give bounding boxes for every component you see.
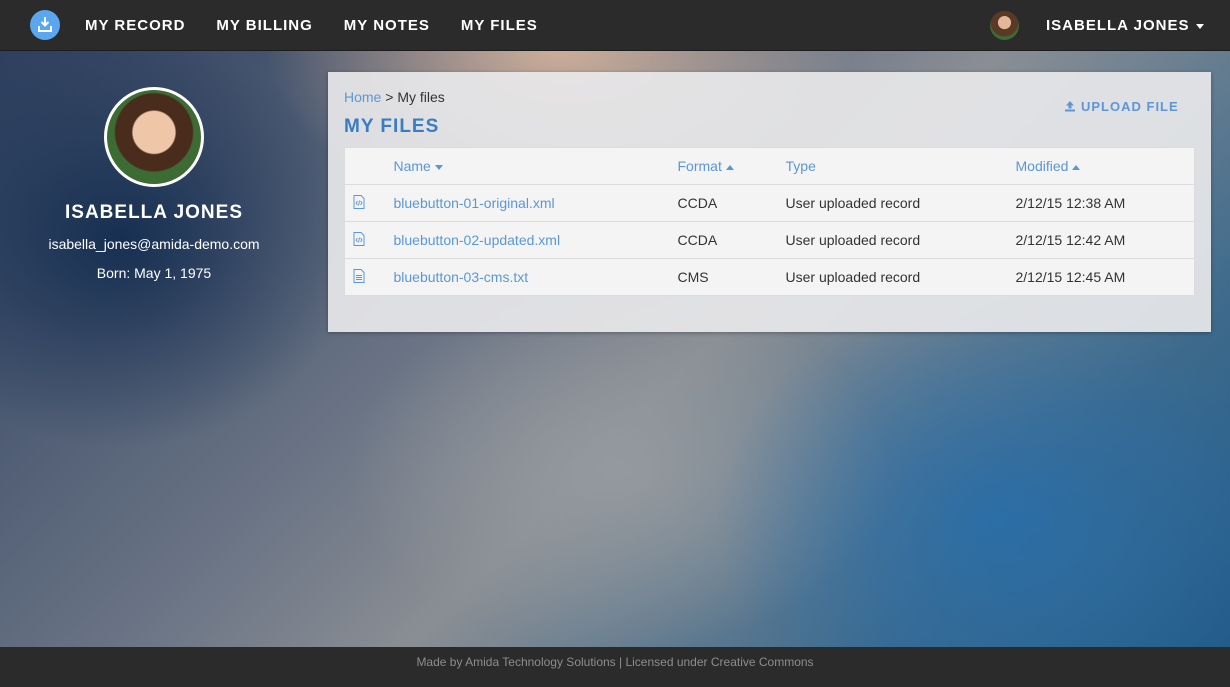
upload-file-button[interactable]: UPLOAD FILE — [1064, 99, 1179, 114]
breadcrumb-current: My files — [397, 89, 445, 105]
footer: Made by Amida Technology Solutions | Lic… — [0, 647, 1230, 687]
nav-my-notes[interactable]: MY NOTES — [344, 17, 430, 34]
user-menu-name: ISABELLA JONES — [1046, 17, 1190, 34]
sort-by-modified[interactable]: Modified — [1015, 147, 1195, 185]
download-logo-icon[interactable] — [30, 10, 60, 40]
nav-user-avatar[interactable] — [990, 11, 1019, 40]
xml-file-icon — [353, 194, 365, 209]
file-type: User uploaded record — [785, 221, 1016, 259]
navbar: MY RECORD MY BILLING MY NOTES MY FILES I… — [0, 0, 1230, 51]
profile-name: ISABELLA JONES — [65, 202, 243, 223]
breadcrumb-home-link[interactable]: Home — [344, 89, 381, 105]
file-type: User uploaded record — [785, 184, 1016, 222]
file-type: User uploaded record — [785, 258, 1016, 296]
sort-ascending-icon — [1072, 164, 1081, 170]
sort-by-type[interactable]: Type — [785, 147, 1016, 185]
profile-birthdate: Born: May 1, 1975 — [96, 265, 212, 281]
profile-sidebar: ISABELLA JONES isabella_jones@amida-demo… — [0, 87, 308, 281]
nav-my-billing[interactable]: MY BILLING — [216, 17, 312, 34]
nav-my-files[interactable]: MY FILES — [461, 17, 538, 34]
upload-icon — [1065, 101, 1075, 112]
breadcrumb: Home > My files — [344, 89, 445, 105]
sort-ascending-icon — [725, 164, 734, 170]
header-type-label: Type — [785, 158, 816, 174]
file-modified: 2/12/15 12:45 AM — [1015, 258, 1195, 296]
sort-by-name[interactable]: Name — [393, 147, 678, 185]
header-name-label: Name — [393, 158, 431, 174]
profile-photo — [104, 87, 204, 187]
breadcrumb-separator: > — [385, 89, 394, 105]
header-icon-column — [344, 147, 394, 185]
user-menu-toggle[interactable]: ISABELLA JONES — [1046, 17, 1205, 34]
file-link[interactable]: bluebutton-02-updated.xml — [394, 232, 561, 248]
header-format-label: Format — [677, 158, 722, 174]
table-row: bluebutton-03-cms.txt CMS User uploaded … — [344, 258, 1195, 296]
upload-file-label: UPLOAD FILE — [1081, 99, 1179, 114]
file-format: CCDA — [677, 221, 786, 259]
xml-file-icon — [353, 231, 365, 246]
sort-by-format[interactable]: Format — [677, 147, 786, 185]
file-modified: 2/12/15 12:42 AM — [1015, 221, 1195, 259]
file-modified: 2/12/15 12:38 AM — [1015, 184, 1195, 222]
table-row: bluebutton-02-updated.xml CCDA User uplo… — [344, 221, 1195, 259]
table-row: bluebutton-01-original.xml CCDA User upl… — [344, 184, 1195, 222]
table-header-row: Name Format Type Modified — [344, 147, 1195, 185]
main-nav: MY RECORD MY BILLING MY NOTES MY FILES — [85, 0, 569, 51]
sort-descending-icon — [434, 164, 443, 170]
text-file-icon — [353, 268, 365, 283]
files-table: Name Format Type Modified bluebutton-01-… — [344, 147, 1195, 296]
file-link[interactable]: bluebutton-01-original.xml — [394, 195, 555, 211]
nav-my-record[interactable]: MY RECORD — [85, 17, 185, 34]
profile-email: isabella_jones@amida-demo.com — [48, 236, 260, 252]
files-panel: Home > My files MY FILES UPLOAD FILE Nam… — [328, 72, 1211, 332]
page-title: MY FILES — [344, 116, 440, 137]
caret-down-icon — [1196, 23, 1205, 29]
footer-text: Made by Amida Technology Solutions | Lic… — [416, 655, 814, 669]
file-format: CCDA — [677, 184, 786, 222]
header-modified-label: Modified — [1015, 158, 1069, 174]
file-format: CMS — [677, 258, 786, 296]
file-link[interactable]: bluebutton-03-cms.txt — [394, 269, 529, 285]
